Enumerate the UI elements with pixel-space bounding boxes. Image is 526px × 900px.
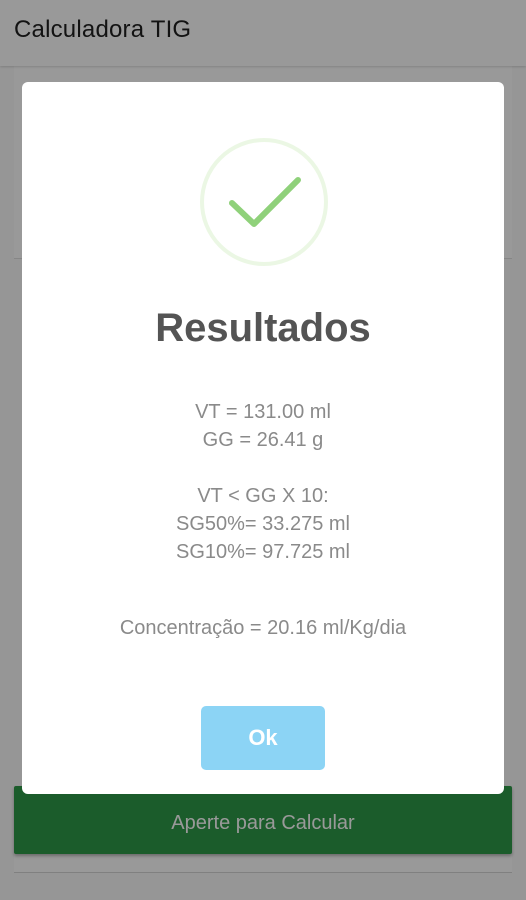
- result-vt: VT = 131.00 ml: [195, 401, 331, 423]
- result-sg50: SG50%= 33.275 ml: [176, 513, 350, 535]
- ok-button[interactable]: Ok: [201, 706, 325, 770]
- check-icon: [229, 177, 301, 227]
- result-condition: VT < GG X 10:: [197, 485, 329, 507]
- results-text: VT = 131.00 ml GG = 26.41 g VT < GG X 10…: [22, 398, 504, 642]
- result-gg: GG = 26.41 g: [202, 429, 324, 451]
- ok-button-label: Ok: [248, 725, 278, 750]
- result-sg10: SG10%= 97.725 ml: [176, 541, 350, 563]
- dialog-title: Resultados: [155, 306, 371, 350]
- results-dialog: Resultados VT = 131.00 ml GG = 26.41 g V…: [22, 82, 504, 794]
- result-concentration: Concentração = 20.16 ml/Kg/dia: [119, 617, 407, 639]
- success-circle: [200, 138, 328, 266]
